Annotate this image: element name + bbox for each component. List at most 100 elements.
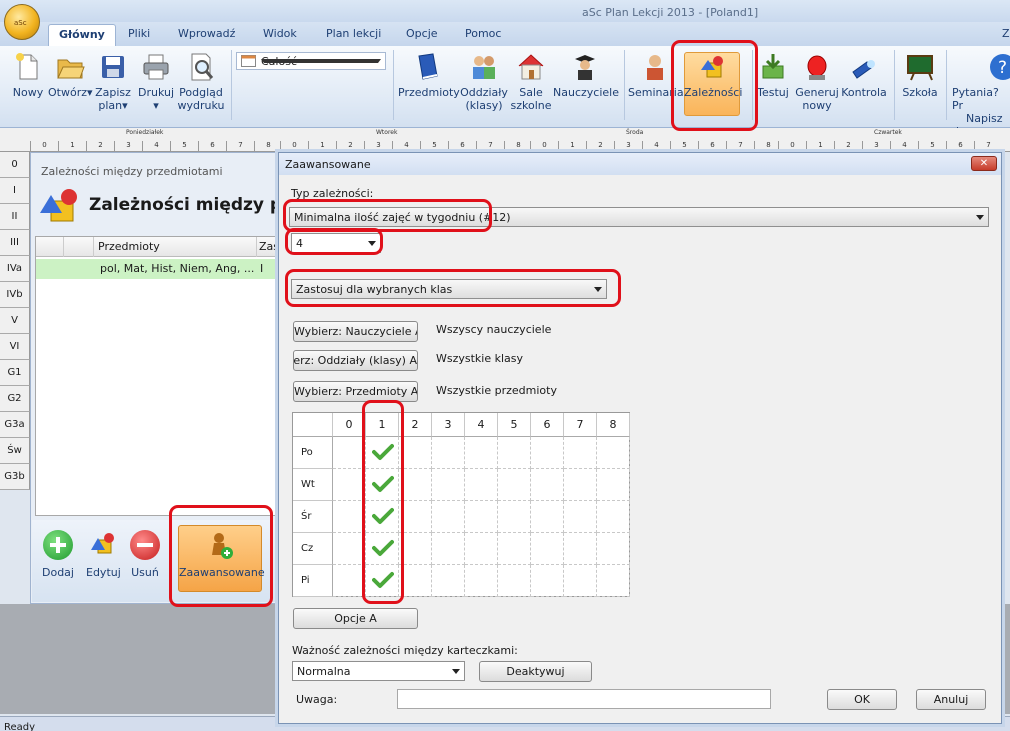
- grid-cell[interactable]: [465, 565, 498, 597]
- zaleznosci-button[interactable]: Zależności: [684, 52, 742, 99]
- grid-column-header[interactable]: 4: [465, 413, 498, 437]
- apply-scope-dropdown[interactable]: Zastosuj dla wybranych klas: [291, 279, 607, 299]
- grid-cell[interactable]: [333, 437, 366, 469]
- view-scope-dropdown[interactable]: Całość: [236, 52, 386, 70]
- class-row-label[interactable]: 0: [0, 152, 30, 178]
- class-row-label[interactable]: Św: [0, 438, 30, 464]
- grid-column-header[interactable]: 8: [597, 413, 630, 437]
- grid-cell[interactable]: [531, 437, 564, 469]
- opcje-button[interactable]: Opcje A: [293, 608, 418, 629]
- grid-row-label[interactable]: Cz: [293, 533, 333, 565]
- edytuj-button[interactable]: Edytuj: [86, 530, 121, 579]
- grid-cell[interactable]: [564, 565, 597, 597]
- waznosc-dropdown[interactable]: Normalna: [292, 661, 465, 681]
- grid-cell[interactable]: [399, 533, 432, 565]
- grid-cell[interactable]: [498, 469, 531, 501]
- anuluj-button[interactable]: Anuluj: [916, 689, 986, 710]
- sale-szkolne-button[interactable]: Sale szkolne: [508, 52, 554, 112]
- grid-column-header[interactable]: 1: [366, 413, 399, 437]
- grid-cell[interactable]: [465, 437, 498, 469]
- grid-row-label[interactable]: Śr: [293, 501, 333, 533]
- grid-cell[interactable]: [498, 501, 531, 533]
- grid-cell[interactable]: [465, 501, 498, 533]
- podglad-wydruku-button[interactable]: Podgląd wydruku: [176, 52, 226, 112]
- tab-pliki[interactable]: Pliki: [128, 27, 150, 40]
- grid-column-header[interactable]: 5: [498, 413, 531, 437]
- grid-column-header[interactable]: 6: [531, 413, 564, 437]
- drukuj-button[interactable]: Drukuj ▾: [136, 52, 176, 112]
- class-row-label[interactable]: G3a: [0, 412, 30, 438]
- grid-column-header[interactable]: 0: [333, 413, 366, 437]
- grid-cell[interactable]: [399, 437, 432, 469]
- class-row-label[interactable]: G3b: [0, 464, 30, 490]
- grid-cell[interactable]: [399, 501, 432, 533]
- class-row-label[interactable]: G2: [0, 386, 30, 412]
- tab-z[interactable]: Z: [1002, 27, 1010, 40]
- class-row-label[interactable]: VI: [0, 334, 30, 360]
- column-przedmioty[interactable]: Przedmioty: [98, 240, 160, 253]
- grid-cell[interactable]: [531, 533, 564, 565]
- przedmioty-button[interactable]: Przedmioty: [398, 52, 460, 99]
- grid-cell[interactable]: [498, 437, 531, 469]
- tab-plan-lekcji[interactable]: Plan lekcji: [326, 27, 381, 40]
- grid-column-header[interactable]: 2: [399, 413, 432, 437]
- app-orb-button[interactable]: aSc: [4, 4, 40, 40]
- close-button[interactable]: ✕: [971, 156, 997, 171]
- grid-cell[interactable]: [333, 501, 366, 533]
- grid-cell[interactable]: [432, 533, 465, 565]
- grid-cell[interactable]: [564, 533, 597, 565]
- ok-button[interactable]: OK: [827, 689, 897, 710]
- grid-cell[interactable]: [366, 533, 399, 565]
- grid-cell[interactable]: [432, 501, 465, 533]
- grid-row-label[interactable]: Po: [293, 437, 333, 469]
- wybierz-oddzialy-button[interactable]: Wybierz: Oddziały (klasy) A: [293, 350, 418, 371]
- grid-cell[interactable]: [597, 501, 630, 533]
- grid-cell[interactable]: [333, 469, 366, 501]
- deaktywuj-button[interactable]: Deaktywuj: [479, 661, 592, 682]
- grid-cell[interactable]: [465, 469, 498, 501]
- grid-cell[interactable]: [531, 501, 564, 533]
- class-row-label[interactable]: I: [0, 178, 30, 204]
- grid-row-label[interactable]: Wt: [293, 469, 333, 501]
- uwaga-input[interactable]: [397, 689, 771, 709]
- dodaj-button[interactable]: Dodaj: [42, 530, 74, 579]
- tab-widok[interactable]: Widok: [263, 27, 297, 40]
- grid-cell[interactable]: [597, 437, 630, 469]
- grid-cell[interactable]: [333, 565, 366, 597]
- count-dropdown[interactable]: 4: [291, 233, 381, 253]
- kontrola-button[interactable]: Kontrola: [840, 52, 888, 99]
- list-item[interactable]: pol, Mat, Hist, Niem, Ang, ... I: [36, 259, 280, 279]
- typ-zaleznosci-dropdown[interactable]: Minimalna ilość zajęć w tygodniu (#12): [289, 207, 989, 227]
- class-row-label[interactable]: V: [0, 308, 30, 334]
- grid-cell[interactable]: [498, 533, 531, 565]
- tab-wprowadz[interactable]: Wprowadź: [178, 27, 235, 40]
- grid-cell[interactable]: [597, 533, 630, 565]
- otworz-button[interactable]: Otwórz▾: [48, 52, 93, 99]
- grid-cell[interactable]: [531, 469, 564, 501]
- grid-cell[interactable]: [432, 565, 465, 597]
- grid-row-label[interactable]: Pi: [293, 565, 333, 597]
- class-row-label[interactable]: II: [0, 204, 30, 230]
- grid-cell[interactable]: [597, 469, 630, 501]
- wybierz-nauczyciele-button[interactable]: Wybierz: Nauczyciele A: [293, 321, 418, 342]
- oddzialy-button[interactable]: Oddziały (klasy): [458, 52, 510, 112]
- tab-glowny[interactable]: Główny: [48, 24, 116, 46]
- grid-cell[interactable]: [366, 501, 399, 533]
- class-row-label[interactable]: III: [0, 230, 30, 256]
- grid-column-header[interactable]: 3: [432, 413, 465, 437]
- grid-cell[interactable]: [366, 565, 399, 597]
- usun-button[interactable]: Usuń: [130, 530, 160, 579]
- class-row-label[interactable]: IVa: [0, 256, 30, 282]
- grid-cell[interactable]: [465, 533, 498, 565]
- grid-cell[interactable]: [498, 565, 531, 597]
- grid-cell[interactable]: [432, 469, 465, 501]
- nauczyciele-button[interactable]: Nauczyciele: [553, 52, 619, 99]
- testuj-button[interactable]: Testuj: [754, 52, 792, 99]
- grid-column-header[interactable]: 7: [564, 413, 597, 437]
- zapisz-plan-button[interactable]: Zapisz plan▾: [93, 52, 133, 112]
- grid-cell[interactable]: [564, 501, 597, 533]
- generuj-nowy-button[interactable]: Generuj nowy: [794, 52, 840, 112]
- szkola-button[interactable]: Szkoła: [898, 52, 942, 99]
- seminaria-button[interactable]: Seminaria: [628, 52, 684, 99]
- grid-cell[interactable]: [432, 437, 465, 469]
